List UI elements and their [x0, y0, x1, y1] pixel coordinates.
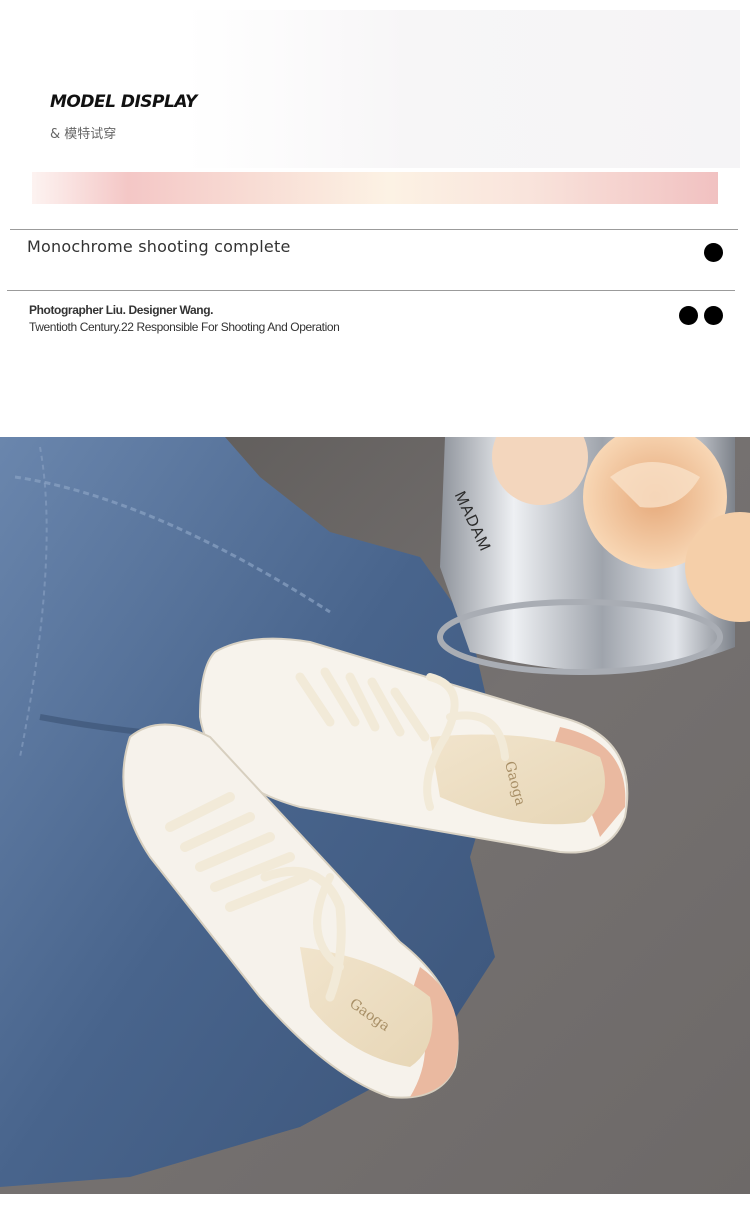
section-heading: Monochrome shooting complete: [27, 237, 291, 256]
divider-line-top: [10, 229, 738, 230]
header-background: [185, 10, 740, 168]
product-photo: MADAM Gaoga Gaoga: [0, 437, 750, 1194]
gradient-divider: [32, 172, 718, 204]
page-subtitle: & 模特试穿: [50, 127, 117, 142]
dot-decoration: [679, 306, 698, 325]
divider-line-bottom: [7, 290, 735, 291]
page-title: MODEL DISPLAY: [50, 92, 197, 112]
dot-decoration: [704, 243, 723, 262]
credits-line-1: Photographer Liu. Designer Wang.: [29, 303, 214, 317]
credits-line-2: Twentioth Century.22 Responsible For Sho…: [29, 320, 340, 334]
dot-decoration: [704, 306, 723, 325]
